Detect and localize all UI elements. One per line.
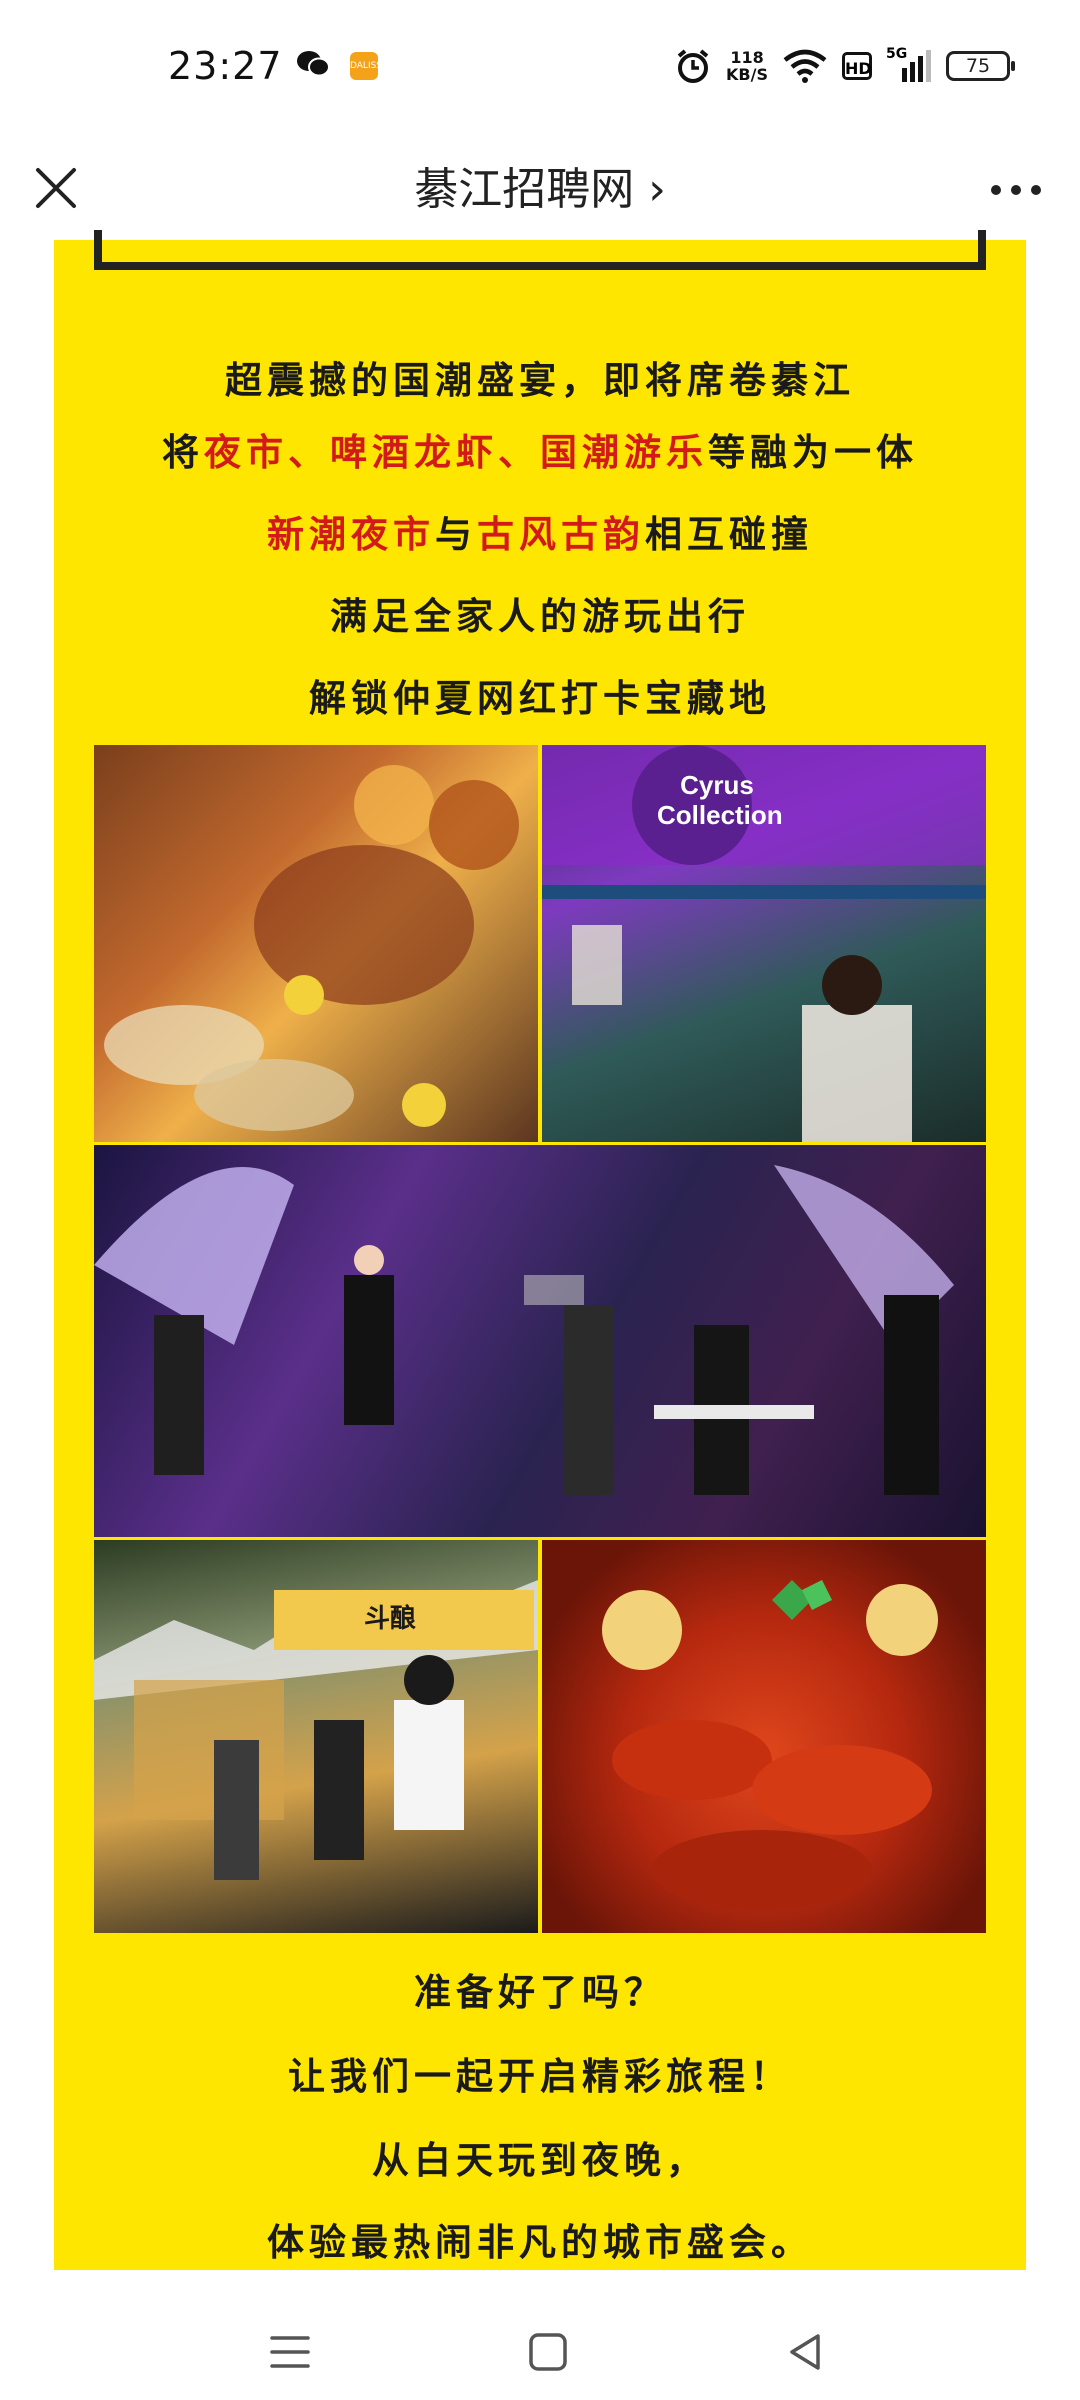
page-title[interactable]: 綦江招聘网 › [0, 150, 1080, 230]
poster-line-4: 满足全家人的游玩出行 [330, 595, 750, 638]
article-content[interactable]: 超震撼的国潮盛宴，即将席卷綦江 将夜市、啤酒龙虾、国潮游乐等融为一体 新潮夜市与… [0, 230, 1080, 2300]
line2-text-c: 等融为一体 [708, 431, 918, 474]
poster-line-5: 解锁仲夏网红打卡宝藏地 [309, 677, 771, 720]
network-speed: 118 KB/S [726, 49, 768, 83]
home-icon[interactable] [524, 2328, 572, 2376]
photo-collage: Cyrus Collection 斗酿 [94, 745, 986, 1933]
battery-icon: 75 [946, 51, 1015, 81]
poster-line-7: 让我们一起开启精彩旅程！ [288, 2055, 792, 2098]
more-icon[interactable] [986, 170, 1046, 210]
title-bar: 綦江招聘网 › [0, 140, 1080, 240]
speed-unit: KB/S [726, 65, 768, 84]
speed-value: 118 [730, 48, 764, 67]
poster-frame [94, 230, 986, 270]
signal-icon: 5G [886, 46, 932, 86]
line3-highlight-a: 新潮夜市 [267, 513, 435, 556]
hd-icon: HD [842, 52, 872, 80]
night-market-stalls-photo[interactable]: 斗酿 [94, 1540, 538, 1933]
back-icon[interactable] [782, 2328, 830, 2376]
poster-line-6: 准备好了吗？ [414, 1971, 666, 2014]
line3-highlight-c: 古风古韵 [477, 513, 645, 556]
poster-line-1: 超震撼的国潮盛宴，即将席卷綦江 [225, 359, 855, 402]
bar-stall-photo[interactable]: Cyrus Collection [542, 745, 986, 1142]
poster-line-9: 体验最热闹非凡的城市盛会。 [267, 2221, 813, 2264]
system-nav-bar [0, 2300, 1080, 2400]
poster-line-3: 新潮夜市与古风古韵相互碰撞 [54, 504, 1026, 558]
poster-line-2: 将夜市、啤酒龙虾、国潮游乐等融为一体 [54, 422, 1026, 476]
bbq-oysters-photo[interactable] [94, 745, 538, 1142]
line2-text-a: 将 [162, 431, 204, 474]
status-icons: 118 KB/S HD 5G 75 [674, 44, 1015, 88]
line3-text-b: 与 [435, 513, 477, 556]
line3-text-d: 相互碰撞 [645, 513, 813, 556]
stall-sign-text: Cyrus Collection [657, 770, 783, 830]
crayfish-photo[interactable] [542, 1540, 986, 1933]
wifi-icon [783, 49, 827, 83]
poster-line-8: 从白天玩到夜晚， [372, 2139, 708, 2182]
wechat-icon [297, 51, 330, 77]
stall-sign-2-text: 斗酿 [364, 1604, 417, 1634]
app-notification-icon: DALISS [350, 52, 382, 80]
live-band-photo[interactable] [94, 1145, 986, 1537]
menu-icon[interactable] [266, 2328, 314, 2376]
event-poster: 超震撼的国潮盛宴，即将席卷綦江 将夜市、啤酒龙虾、国潮游乐等融为一体 新潮夜市与… [54, 230, 1026, 2270]
line2-highlight: 夜市、啤酒龙虾、国潮游乐 [204, 431, 708, 474]
status-bar: 23:27 DALISS 118 KB/S HD 5G 75 [0, 0, 1080, 140]
status-time: 23:27 [168, 44, 283, 88]
alarm-icon [677, 49, 709, 83]
